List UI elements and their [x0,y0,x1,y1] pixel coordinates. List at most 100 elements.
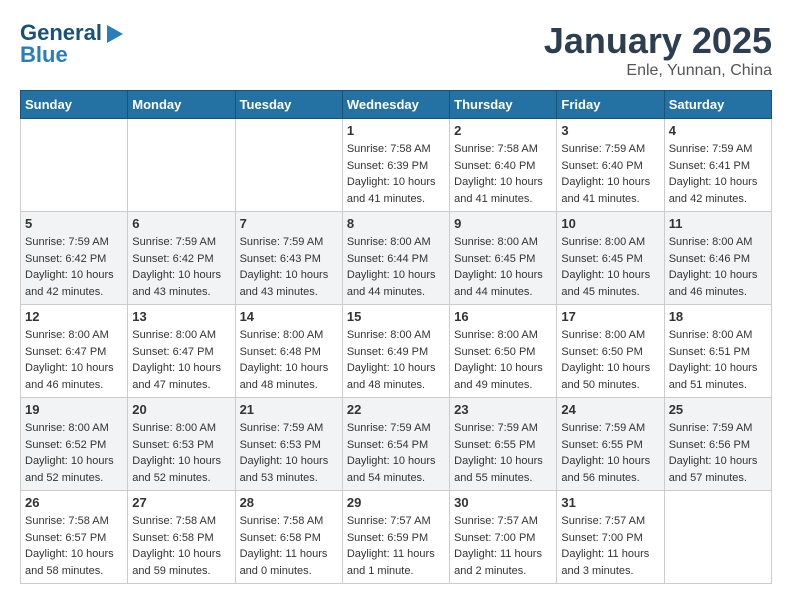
calendar-cell: 2Sunrise: 7:58 AM Sunset: 6:40 PM Daylig… [450,119,557,212]
calendar-cell: 16Sunrise: 8:00 AM Sunset: 6:50 PM Dayli… [450,305,557,398]
day-info: Sunrise: 7:59 AM Sunset: 6:53 PM Dayligh… [240,420,338,486]
day-number: 26 [25,495,123,510]
day-number: 6 [132,216,230,231]
day-info: Sunrise: 7:59 AM Sunset: 6:42 PM Dayligh… [132,234,230,300]
day-info: Sunrise: 8:00 AM Sunset: 6:52 PM Dayligh… [25,420,123,486]
day-number: 27 [132,495,230,510]
calendar-cell [664,491,771,584]
calendar-cell: 15Sunrise: 8:00 AM Sunset: 6:49 PM Dayli… [342,305,449,398]
day-info: Sunrise: 8:00 AM Sunset: 6:50 PM Dayligh… [561,327,659,393]
day-number: 4 [669,123,767,138]
calendar-cell: 9 Sunrise: 8:00 AM Sunset: 6:45 PM Daylig… [450,212,557,305]
calendar-cell: 28 Sunrise: 7:58 AM Sunset: 6:58 PM Dayli… [235,491,342,584]
day-info: Sunrise: 8:00 AM Sunset: 6:45 PM Dayligh… [454,234,552,300]
day-info: Sunrise: 7:59 AM Sunset: 6:56 PM Dayligh… [669,420,767,486]
day-info: Sunrise: 8:00 AM Sunset: 6:44 PM Dayligh… [347,234,445,300]
calendar-cell: 25 Sunrise: 7:59 AM Sunset: 6:56 PM Dayli… [664,398,771,491]
col-header-tuesday: Tuesday [235,91,342,119]
day-info: Sunrise: 8:00 AM Sunset: 6:47 PM Dayligh… [132,327,230,393]
calendar-cell: 4 Sunrise: 7:59 AM Sunset: 6:41 PM Daylig… [664,119,771,212]
calendar-cell: 12Sunrise: 8:00 AM Sunset: 6:47 PM Dayli… [21,305,128,398]
day-info: Sunrise: 7:59 AM Sunset: 6:43 PM Dayligh… [240,234,338,300]
day-number: 1 [347,123,445,138]
month-title: January 2025 [544,20,772,62]
day-number: 30 [454,495,552,510]
day-number: 19 [25,402,123,417]
day-number: 20 [132,402,230,417]
day-info: Sunrise: 7:57 AM Sunset: 6:59 PM Dayligh… [347,513,445,579]
day-info: Sunrise: 7:58 AM Sunset: 6:57 PM Dayligh… [25,513,123,579]
col-header-thursday: Thursday [450,91,557,119]
day-number: 3 [561,123,659,138]
day-info: Sunrise: 8:00 AM Sunset: 6:49 PM Dayligh… [347,327,445,393]
day-info: Sunrise: 7:57 AM Sunset: 7:00 PM Dayligh… [561,513,659,579]
day-number: 21 [240,402,338,417]
day-info: Sunrise: 8:00 AM Sunset: 6:47 PM Dayligh… [25,327,123,393]
day-info: Sunrise: 7:59 AM Sunset: 6:54 PM Dayligh… [347,420,445,486]
day-number: 23 [454,402,552,417]
day-number: 28 [240,495,338,510]
week-row-3: 12Sunrise: 8:00 AM Sunset: 6:47 PM Dayli… [21,305,772,398]
day-info: Sunrise: 8:00 AM Sunset: 6:48 PM Dayligh… [240,327,338,393]
day-info: Sunrise: 7:58 AM Sunset: 6:58 PM Dayligh… [132,513,230,579]
day-number: 2 [454,123,552,138]
calendar-cell: 31 Sunrise: 7:57 AM Sunset: 7:00 PM Dayli… [557,491,664,584]
day-number: 10 [561,216,659,231]
day-info: Sunrise: 8:00 AM Sunset: 6:53 PM Dayligh… [132,420,230,486]
day-number: 9 [454,216,552,231]
calendar-cell [128,119,235,212]
col-header-saturday: Saturday [664,91,771,119]
calendar-cell: 19 Sunrise: 8:00 AM Sunset: 6:52 PM Dayli… [21,398,128,491]
calendar-cell: 7 Sunrise: 7:59 AM Sunset: 6:43 PM Daylig… [235,212,342,305]
day-number: 11 [669,216,767,231]
calendar-cell: 27 Sunrise: 7:58 AM Sunset: 6:58 PM Dayli… [128,491,235,584]
day-info: Sunrise: 7:59 AM Sunset: 6:55 PM Dayligh… [454,420,552,486]
calendar-cell: 18Sunrise: 8:00 AM Sunset: 6:51 PM Dayli… [664,305,771,398]
calendar-cell: 1 Sunrise: 7:58 AM Sunset: 6:39 PM Daylig… [342,119,449,212]
calendar-cell: 22Sunrise: 7:59 AM Sunset: 6:54 PM Dayli… [342,398,449,491]
day-number: 5 [25,216,123,231]
day-number: 31 [561,495,659,510]
calendar-cell: 26 Sunrise: 7:58 AM Sunset: 6:57 PM Dayli… [21,491,128,584]
calendar-cell [235,119,342,212]
day-info: Sunrise: 8:00 AM Sunset: 6:45 PM Dayligh… [561,234,659,300]
calendar-cell: 8Sunrise: 8:00 AM Sunset: 6:44 PM Daylig… [342,212,449,305]
day-number: 16 [454,309,552,324]
calendar-cell: 20 Sunrise: 8:00 AM Sunset: 6:53 PM Dayli… [128,398,235,491]
day-number: 29 [347,495,445,510]
week-row-2: 5 Sunrise: 7:59 AM Sunset: 6:42 PM Daylig… [21,212,772,305]
calendar-cell: 23 Sunrise: 7:59 AM Sunset: 6:55 PM Dayli… [450,398,557,491]
calendar-cell: 24 Sunrise: 7:59 AM Sunset: 6:55 PM Dayli… [557,398,664,491]
logo-arrow-icon [107,25,123,43]
page: General Blue January 2025 Enle, Yunnan, … [0,0,792,594]
calendar-cell: 30Sunrise: 7:57 AM Sunset: 7:00 PM Dayli… [450,491,557,584]
day-number: 13 [132,309,230,324]
day-info: Sunrise: 7:59 AM Sunset: 6:40 PM Dayligh… [561,141,659,207]
calendar-cell: 14 Sunrise: 8:00 AM Sunset: 6:48 PM Dayli… [235,305,342,398]
header: General Blue January 2025 Enle, Yunnan, … [20,20,772,80]
calendar-cell: 10 Sunrise: 8:00 AM Sunset: 6:45 PM Dayli… [557,212,664,305]
calendar-cell: 3 Sunrise: 7:59 AM Sunset: 6:40 PM Daylig… [557,119,664,212]
day-number: 18 [669,309,767,324]
week-row-4: 19 Sunrise: 8:00 AM Sunset: 6:52 PM Dayli… [21,398,772,491]
col-header-sunday: Sunday [21,91,128,119]
day-info: Sunrise: 7:59 AM Sunset: 6:55 PM Dayligh… [561,420,659,486]
day-number: 25 [669,402,767,417]
day-info: Sunrise: 7:58 AM Sunset: 6:58 PM Dayligh… [240,513,338,579]
calendar-cell: 5Sunrise: 7:59 AM Sunset: 6:42 PM Daylig… [21,212,128,305]
col-header-monday: Monday [128,91,235,119]
day-number: 14 [240,309,338,324]
day-info: Sunrise: 7:58 AM Sunset: 6:39 PM Dayligh… [347,141,445,207]
col-header-wednesday: Wednesday [342,91,449,119]
col-header-friday: Friday [557,91,664,119]
calendar-cell: 29 Sunrise: 7:57 AM Sunset: 6:59 PM Dayli… [342,491,449,584]
calendar-cell [21,119,128,212]
calendar-cell: 6 Sunrise: 7:59 AM Sunset: 6:42 PM Daylig… [128,212,235,305]
calendar-header-row: SundayMondayTuesdayWednesdayThursdayFrid… [21,91,772,119]
day-number: 24 [561,402,659,417]
location: Enle, Yunnan, China [544,62,772,80]
day-number: 17 [561,309,659,324]
calendar-table: SundayMondayTuesdayWednesdayThursdayFrid… [20,90,772,584]
day-number: 7 [240,216,338,231]
day-info: Sunrise: 7:59 AM Sunset: 6:41 PM Dayligh… [669,141,767,207]
